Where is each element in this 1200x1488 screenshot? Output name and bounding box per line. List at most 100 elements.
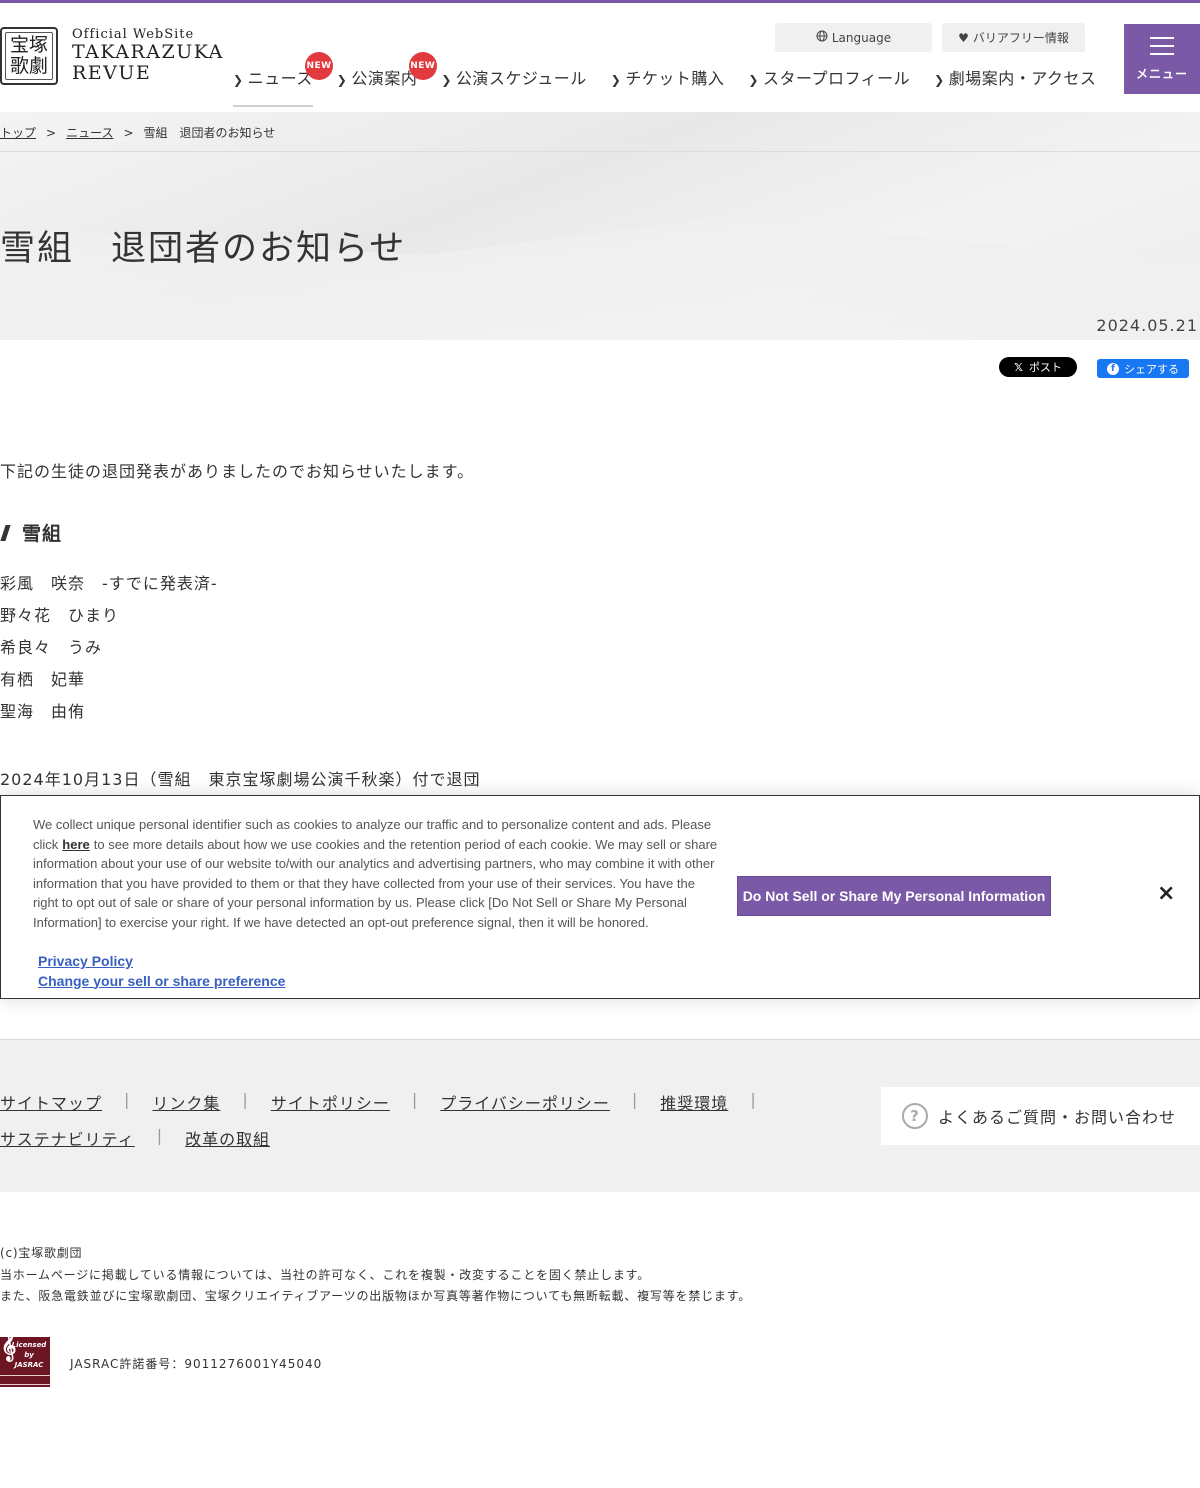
footer-link-recommended-env[interactable]: 推奨環境 <box>660 1090 728 1114</box>
nav-performance-info-label: 公演案内 <box>351 69 418 88</box>
section-heading: 雪組 <box>0 519 62 546</box>
menu-button[interactable]: メニュー <box>1124 24 1200 94</box>
heart-icon: ♥ <box>958 30 969 45</box>
share-x-label: ポスト <box>1028 361 1062 374</box>
cookie-links: Privacy Policy Change your sell or share… <box>38 952 285 991</box>
article-date: 2024.05.21 <box>1096 316 1198 335</box>
barrier-free-button[interactable]: ♥ バリアフリー情報 <box>942 23 1085 52</box>
member-item: 野々花 ひまり <box>0 606 120 625</box>
copyright: (c)宝塚歌劇団 <box>0 1246 83 1260</box>
logo-official-website: Official WebSite <box>72 27 195 42</box>
chevron-right-icon: ❯ <box>748 73 759 87</box>
faq-label: よくあるご質問・お問い合わせ <box>938 1108 1177 1127</box>
footer-link-links[interactable]: リンク集 <box>152 1090 220 1114</box>
nav-news[interactable]: ❯ ニュース NEW <box>233 52 333 107</box>
footer-links-row-2: サステナビリティ | 改革の取組 <box>0 1126 270 1150</box>
hamburger-icon <box>1150 36 1174 55</box>
nav-tickets[interactable]: ❯ チケット購入 <box>611 65 749 107</box>
footer-separator: | <box>242 1090 249 1109</box>
member-list: 彩風 咲奈 -すでに発表済- 野々花 ひまり 希良々 うみ 有栖 妃華 聖海 由… <box>0 574 218 734</box>
copy-notice-1: 当ホームページに掲載している情報については、当社の許可なく、これを複製・改変する… <box>0 1267 651 1282</box>
breadcrumb-separator: > <box>123 125 134 140</box>
chevron-right-icon: ❯ <box>233 73 244 87</box>
cookie-text: We collect unique personal identifier su… <box>33 815 723 933</box>
breadcrumb-separator: > <box>46 125 57 140</box>
chevron-right-icon: ❯ <box>934 73 945 87</box>
member-item: 希良々 うみ <box>0 638 103 657</box>
footer-link-sustainability[interactable]: サステナビリティ <box>0 1126 135 1150</box>
member-item: 聖海 由侑 <box>0 702 86 721</box>
share-facebook-button[interactable]: f シェアする <box>1097 359 1189 378</box>
nav-schedule[interactable]: ❯ 公演スケジュール <box>441 65 610 107</box>
globe-icon <box>816 30 828 45</box>
language-label: Language <box>831 30 892 45</box>
new-badge: NEW <box>305 52 333 80</box>
chevron-right-icon: ❯ <box>336 73 348 87</box>
site-logo[interactable]: 宝塚 歌劇 Official WebSite TAKARAZUKA REVUE <box>0 27 224 85</box>
share-fb-label: シェアする <box>1124 362 1179 376</box>
nav-theater-access[interactable]: ❯ 劇場案内・アクセス <box>934 65 1096 107</box>
copy-notice-2: また、阪急電鉄並びに宝塚歌劇団、宝塚クリエイティブアーツの出版物ほか写真等著作物… <box>0 1289 752 1303</box>
breadcrumb-current: 雪組 退団者のお知らせ <box>143 126 276 140</box>
footer-links: サイトマップ | リンク集 | サイトポリシー | プライバシーポリシー | 推奨環境 |… <box>0 1039 1200 1192</box>
logo-seal-icon: 宝塚 歌劇 <box>0 27 58 85</box>
copyright-notice: (c)宝塚歌劇団 当ホームページに掲載している情報については、当社の許可なく、こ… <box>0 1243 751 1308</box>
footer-link-sitemap[interactable]: サイトマップ <box>0 1090 102 1114</box>
menu-label: メニュー <box>1135 66 1188 81</box>
member-item: 有栖 妃華 <box>0 670 86 689</box>
cookie-consent-banner: We collect unique personal identifier su… <box>0 795 1200 999</box>
breadcrumb-divider <box>0 151 1200 152</box>
barrier-free-label: バリアフリー情報 <box>972 31 1069 45</box>
nav-tickets-label: チケット購入 <box>625 69 725 88</box>
member-item: 彩風 咲奈 -すでに発表済- <box>0 574 218 593</box>
footer-link-site-policy[interactable]: サイトポリシー <box>271 1090 390 1114</box>
nav-performance-info[interactable]: ❯ 公演案内 NEW <box>336 52 442 107</box>
new-badge: NEW <box>408 52 437 80</box>
logo-seal-top: 宝塚 <box>9 34 48 56</box>
nav-star-profile-label: スタープロフィール <box>762 69 911 88</box>
jasrac-logo-line-3: JASRAC <box>14 1361 44 1369</box>
footer-links-row-1: サイトマップ | リンク集 | サイトポリシー | プライバシーポリシー | 推奨環境 | <box>0 1090 779 1114</box>
footer-link-reform[interactable]: 改革の取組 <box>185 1126 270 1150</box>
breadcrumb-top[interactable]: トップ <box>0 124 36 141</box>
question-icon: ? <box>902 1103 928 1129</box>
chevron-right-icon: ❯ <box>610 73 622 87</box>
nav-schedule-label: 公演スケジュール <box>455 69 587 88</box>
footer-separator: | <box>156 1126 164 1145</box>
jasrac-logo: 𝄞 Licensed by JASRAC <box>0 1331 50 1387</box>
retirement-date-note: 2024年10月13日（雪組 東京宝塚劇場公演千秋楽）付で退団 <box>0 770 481 789</box>
faq-contact-button[interactable]: ? よくあるご質問・お問い合わせ <box>881 1087 1200 1145</box>
cookie-here-link[interactable]: here <box>62 837 89 852</box>
article-intro: 下記の生徒の退団発表がありましたのでお知らせいたします。 <box>0 462 475 481</box>
jasrac-license-number: JASRAC許諾番号：9011276001Y45040 <box>70 1357 323 1371</box>
section-heading-label: 雪組 <box>22 523 63 545</box>
site-header: 宝塚 歌劇 Official WebSite TAKARAZUKA REVUE … <box>0 3 1200 112</box>
chevron-right-icon: ❯ <box>441 73 452 87</box>
cookie-text-details: to see more details about how we use coo… <box>33 836 718 930</box>
nav-star-profile[interactable]: ❯ スタープロフィール <box>748 65 934 107</box>
logo-takarazuka: TAKARAZUKA <box>72 41 224 63</box>
breadcrumb-news[interactable]: ニュース <box>66 124 113 141</box>
footer-separator: | <box>411 1090 419 1109</box>
logo-seal-bottom: 歌劇 <box>9 55 48 77</box>
close-icon[interactable]: × <box>1157 881 1175 906</box>
do-not-sell-button[interactable]: Do Not Sell or Share My Personal Informa… <box>737 876 1051 916</box>
page-hero: トップ > ニュース > 雪組 退団者のお知らせ 雪組 退団者のお知らせ <box>0 112 1200 340</box>
logo-text: Official WebSite TAKARAZUKA REVUE <box>72 27 224 84</box>
breadcrumb: トップ > ニュース > 雪組 退団者のお知らせ <box>0 124 275 141</box>
nav-theater-access-label: 劇場案内・アクセス <box>948 69 1097 88</box>
privacy-policy-link[interactable]: Privacy Policy <box>38 952 285 972</box>
footer-link-privacy-policy[interactable]: プライバシーポリシー <box>440 1090 610 1114</box>
heading-slash-icon <box>0 524 11 541</box>
logo-revue: REVUE <box>72 62 152 84</box>
page-title: 雪組 退団者のお知らせ <box>0 229 407 269</box>
main-nav: ❯ ニュース NEW ❯ 公演案内 NEW ❯ 公演スケジュール ❯ チケット購入 ❯ ス… <box>233 52 1096 107</box>
share-x-button[interactable]: 𝕏 ポスト <box>999 357 1077 377</box>
facebook-icon: f <box>1107 362 1119 375</box>
language-button[interactable]: Language <box>775 23 932 52</box>
x-logo-icon: 𝕏 <box>1014 360 1023 374</box>
change-preference-link[interactable]: Change your sell or share preference <box>38 972 285 992</box>
treble-clef-icon: 𝄞 <box>1 1331 17 1361</box>
footer-separator: | <box>750 1090 757 1109</box>
footer-separator: | <box>631 1090 639 1109</box>
